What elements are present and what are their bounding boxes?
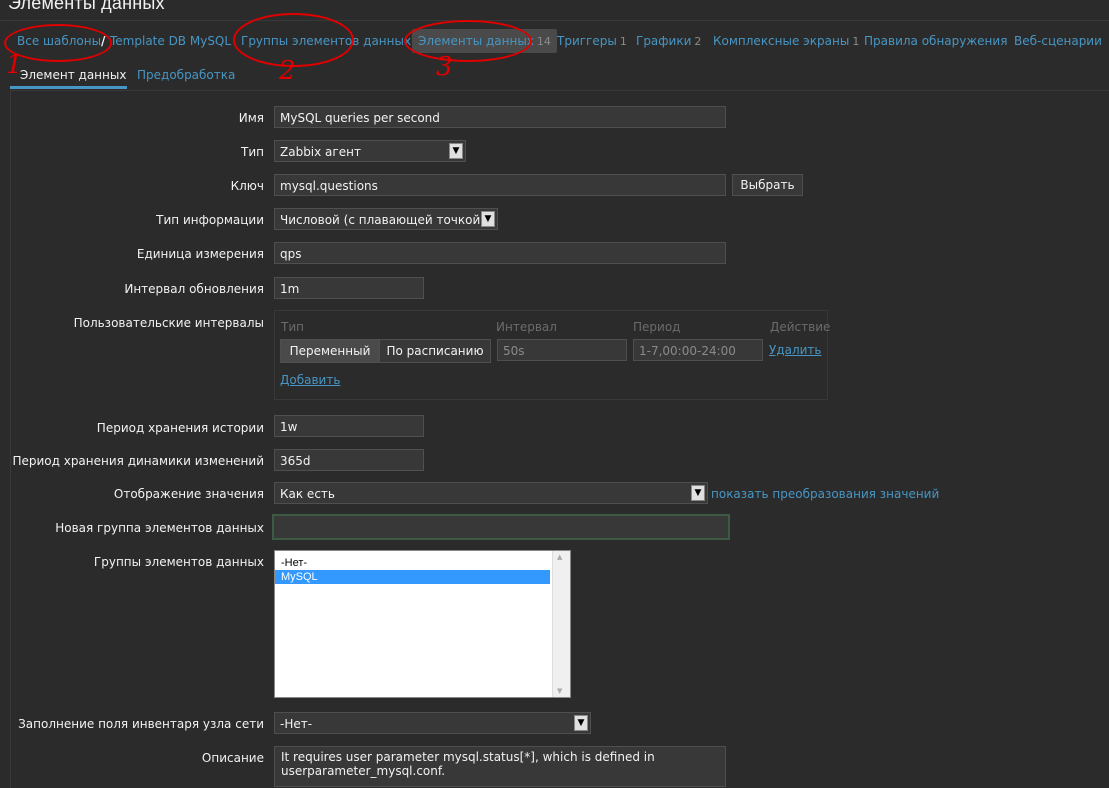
tab-web-scenarios[interactable]: Веб-сценарии [1014,29,1102,53]
subtab-preprocessing[interactable]: Предобработка [137,63,235,89]
tab-count: 2 [694,35,702,48]
tab-graphs[interactable]: Графики 2 [636,29,701,53]
new-app-label: Новая группа элементов данных [55,521,264,535]
inventory-value: -Нет- [280,717,313,731]
tab-label: Графики [636,34,692,48]
history-label: Период хранения истории [96,421,264,435]
valuemap-select[interactable]: Как есть ▼ [274,482,708,504]
update-interval-label: Интервал обновления [124,282,264,296]
tab-label: Группы элементов данных [241,34,412,48]
tab-screens[interactable]: Комплексные экраны 1 [713,29,859,53]
key-input[interactable]: mysql.questions [274,174,726,196]
type-select-value: Zabbix агент [280,145,361,159]
breadcrumb-template[interactable]: Template DB MySQL [110,29,231,53]
header-period: Период [633,320,681,334]
tab-label: Комплексные экраны [713,34,850,48]
tab-discovery-rules[interactable]: Правила обнаружения [864,29,1007,53]
description-label: Описание [201,751,264,765]
page-title: Элементы данных [8,0,165,13]
type-select[interactable]: Zabbix агент ▼ [274,140,466,162]
description-textarea[interactable]: It requires user parameter mysql.status[… [274,746,726,787]
scroll-up-icon[interactable]: ▲ [557,553,562,561]
tab-count: 1 [852,35,860,48]
new-app-input[interactable] [272,514,730,540]
show-value-mappings-link[interactable]: показать преобразования значений [711,487,939,501]
history-input[interactable]: 1w [274,415,424,437]
breadcrumb-separator: / [101,34,106,48]
annotation-number-2: 2 [279,56,296,86]
units-input[interactable]: qps [274,242,726,264]
title-divider [0,20,1109,21]
tab-label: Триггеры [557,34,617,48]
trends-input[interactable]: 365d [274,449,424,471]
name-input[interactable]: MySQL queries per second [274,106,726,128]
scheduling-toggle[interactable]: По расписанию [379,339,491,363]
header-action: Действие [770,320,831,334]
apps-listbox[interactable]: -Нет- MySQL ▲ ▼ [274,550,571,698]
scroll-down-icon[interactable]: ▼ [557,687,562,695]
add-interval-link[interactable]: Добавить [280,373,340,387]
info-type-select[interactable]: Числовой (с плавающей точкой) ▼ [274,208,498,230]
chevron-down-icon: ▼ [574,715,588,731]
custom-intervals-label: Пользовательские интервалы [73,316,264,330]
annotation-number-3: 3 [436,52,453,82]
interval-input[interactable]: 50s [497,339,627,361]
info-type-value: Числовой (с плавающей точкой) [280,213,485,227]
units-label: Единица измерения [136,247,264,261]
tab-items[interactable]: Элементы данных 14 [412,29,557,53]
select-key-button[interactable]: Выбрать [732,174,803,196]
chevron-down-icon: ▼ [691,485,705,501]
flexible-toggle[interactable]: Переменный [280,339,380,363]
breadcrumb-all-templates[interactable]: Все шаблоны [17,29,101,53]
tab-count: 1 [619,35,627,48]
header-interval: Интервал [496,320,557,334]
apps-option-mysql[interactable]: MySQL [275,570,550,584]
tab-count: 14 [536,35,551,48]
period-input[interactable]: 1-7,00:00-24:00 [633,339,763,361]
chevron-down-icon: ▼ [449,143,463,159]
apps-option-none[interactable]: -Нет- [275,556,570,570]
update-interval-input[interactable]: 1m [274,277,424,299]
tab-triggers[interactable]: Триггеры 1 [557,29,627,53]
inventory-label: Заполнение поля инвентаря узла сети [18,717,264,731]
breadcrumb: Все шаблоны / Template DB MySQL Группы э… [0,29,1109,55]
header-type: Тип [281,320,304,334]
valuemap-label: Отображение значения [113,487,264,501]
valuemap-value: Как есть [280,487,335,501]
tab-label: Элементы данных [418,34,534,48]
subtab-item[interactable]: Элемент данных [10,63,127,89]
listbox-scrollbar[interactable]: ▲ ▼ [552,551,570,697]
trends-label: Период хранения динамики изменений [12,454,264,468]
tab-item-groups[interactable]: Группы элементов данных1 [241,29,421,53]
name-label: Имя [238,111,264,125]
chevron-down-icon: ▼ [481,211,495,227]
remove-interval-link[interactable]: Удалить [769,343,822,357]
type-label: Тип [241,145,264,159]
info-type-label: Тип информации [156,213,264,227]
inventory-select[interactable]: -Нет- ▼ [274,712,591,734]
key-label: Ключ [230,179,264,193]
apps-label: Группы элементов данных [93,555,264,569]
